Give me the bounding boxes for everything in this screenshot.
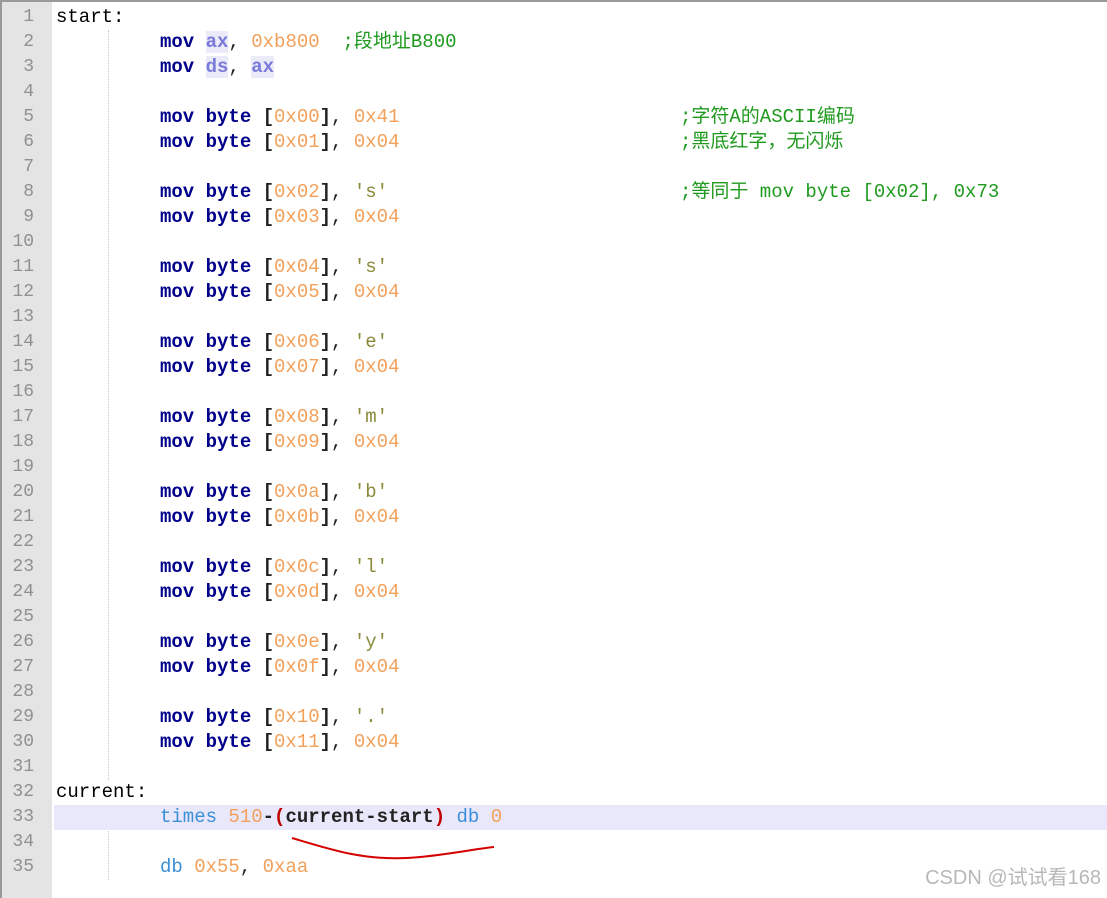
red-underline-stroke [291, 837, 495, 860]
watermark: CSDN @试试看168 [925, 867, 1101, 889]
red-underline-annotation [291, 837, 495, 860]
code-editor[interactable]: 1 start: 2 mov ax, 0xb800 ;段地址B800 3 mov ds, … [0, 0, 1107, 898]
